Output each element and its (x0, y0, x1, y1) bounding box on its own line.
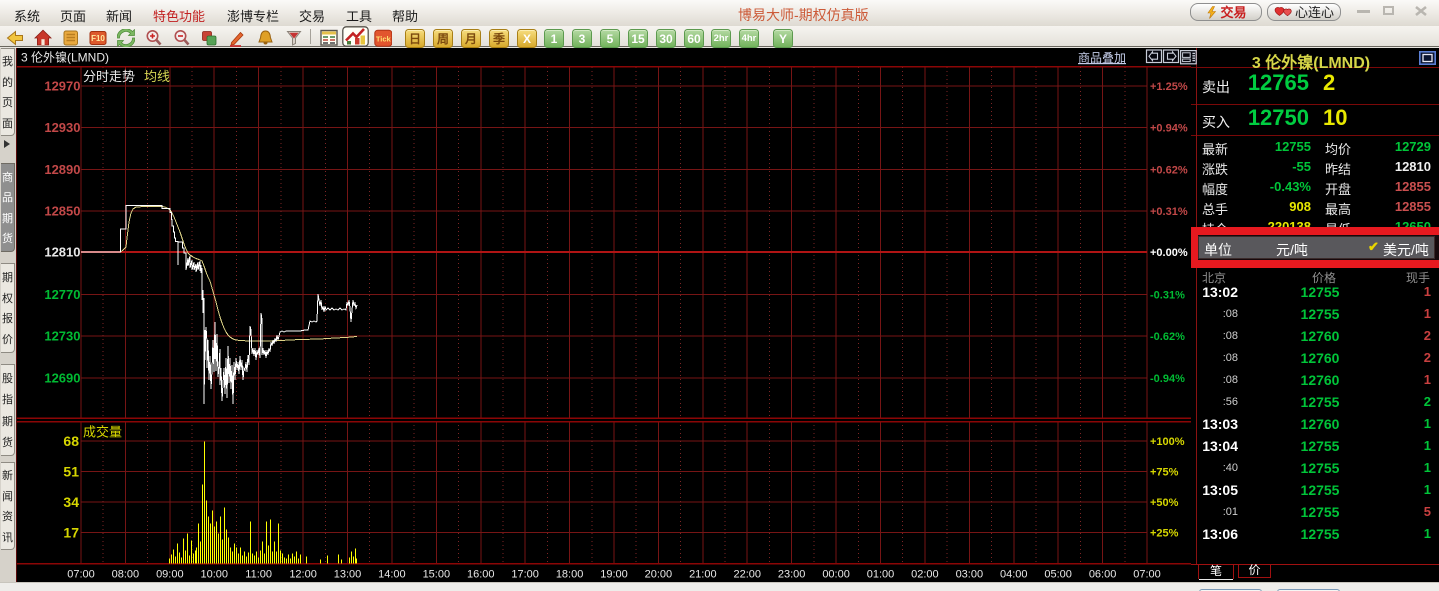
svg-text:20:00: 20:00 (645, 569, 673, 581)
svg-text:12770: 12770 (44, 287, 80, 302)
svg-text:51: 51 (63, 464, 79, 480)
svg-text:Tick: Tick (376, 34, 392, 43)
svg-text:22:00: 22:00 (733, 569, 761, 581)
svg-text:+0.31%: +0.31% (1150, 206, 1188, 218)
svg-text:21:00: 21:00 (689, 569, 717, 581)
svg-text:23:00: 23:00 (778, 569, 806, 581)
svg-text:商品叠加: 商品叠加 (1078, 50, 1126, 65)
svg-text:12730: 12730 (44, 329, 80, 344)
svg-text:17:00: 17:00 (511, 569, 539, 581)
svg-text:+75%: +75% (1150, 467, 1179, 479)
svg-text:+1.25%: +1.25% (1150, 81, 1188, 93)
svg-text:+0.62%: +0.62% (1150, 164, 1188, 176)
svg-text:16:00: 16:00 (467, 569, 495, 581)
svg-text:+100%: +100% (1150, 436, 1185, 448)
svg-text:13:00: 13:00 (334, 569, 362, 581)
svg-text:均线: 均线 (144, 69, 170, 84)
svg-text:12690: 12690 (44, 371, 80, 386)
svg-text:07:00: 07:00 (67, 569, 95, 581)
svg-text:12970: 12970 (44, 79, 80, 94)
svg-text:12850: 12850 (44, 204, 80, 219)
svg-text:+50%: +50% (1150, 497, 1179, 509)
svg-text:03:00: 03:00 (956, 569, 984, 581)
svg-text:15:00: 15:00 (423, 569, 451, 581)
svg-text:18:00: 18:00 (556, 569, 584, 581)
svg-text:+0.00%: +0.00% (1150, 247, 1188, 259)
svg-text:+25%: +25% (1150, 528, 1179, 540)
svg-text:06:00: 06:00 (1089, 569, 1117, 581)
svg-text:F10: F10 (91, 34, 105, 43)
svg-text:02:00: 02:00 (911, 569, 939, 581)
svg-text:04:00: 04:00 (1000, 569, 1028, 581)
svg-text:09:00: 09:00 (156, 569, 184, 581)
svg-text:分时走势: 分时走势 (83, 69, 135, 84)
svg-text:17: 17 (63, 525, 79, 541)
svg-text:成交量: 成交量 (83, 425, 122, 440)
svg-text:10:00: 10:00 (200, 569, 228, 581)
svg-text:19:00: 19:00 (600, 569, 628, 581)
svg-text:12:00: 12:00 (289, 569, 317, 581)
svg-text:-0.62%: -0.62% (1150, 331, 1185, 343)
svg-text:08:00: 08:00 (112, 569, 140, 581)
svg-text:01:00: 01:00 (867, 569, 895, 581)
svg-text:00:00: 00:00 (822, 569, 850, 581)
svg-text:12930: 12930 (44, 120, 80, 135)
svg-text:11:00: 11:00 (245, 569, 272, 581)
svg-text:-0.31%: -0.31% (1150, 290, 1185, 302)
svg-text:05:00: 05:00 (1044, 569, 1072, 581)
svg-text:3 伦外镍(LMND): 3 伦外镍(LMND) (21, 50, 109, 65)
svg-text:07:00: 07:00 (1133, 569, 1161, 581)
svg-text:12810: 12810 (44, 245, 80, 260)
svg-text:68: 68 (63, 433, 79, 449)
svg-text:14:00: 14:00 (378, 569, 406, 581)
svg-text:34: 34 (63, 494, 79, 510)
svg-text:+0.94%: +0.94% (1150, 123, 1188, 135)
svg-text:-0.94%: -0.94% (1150, 373, 1185, 385)
svg-text:12890: 12890 (44, 162, 80, 177)
